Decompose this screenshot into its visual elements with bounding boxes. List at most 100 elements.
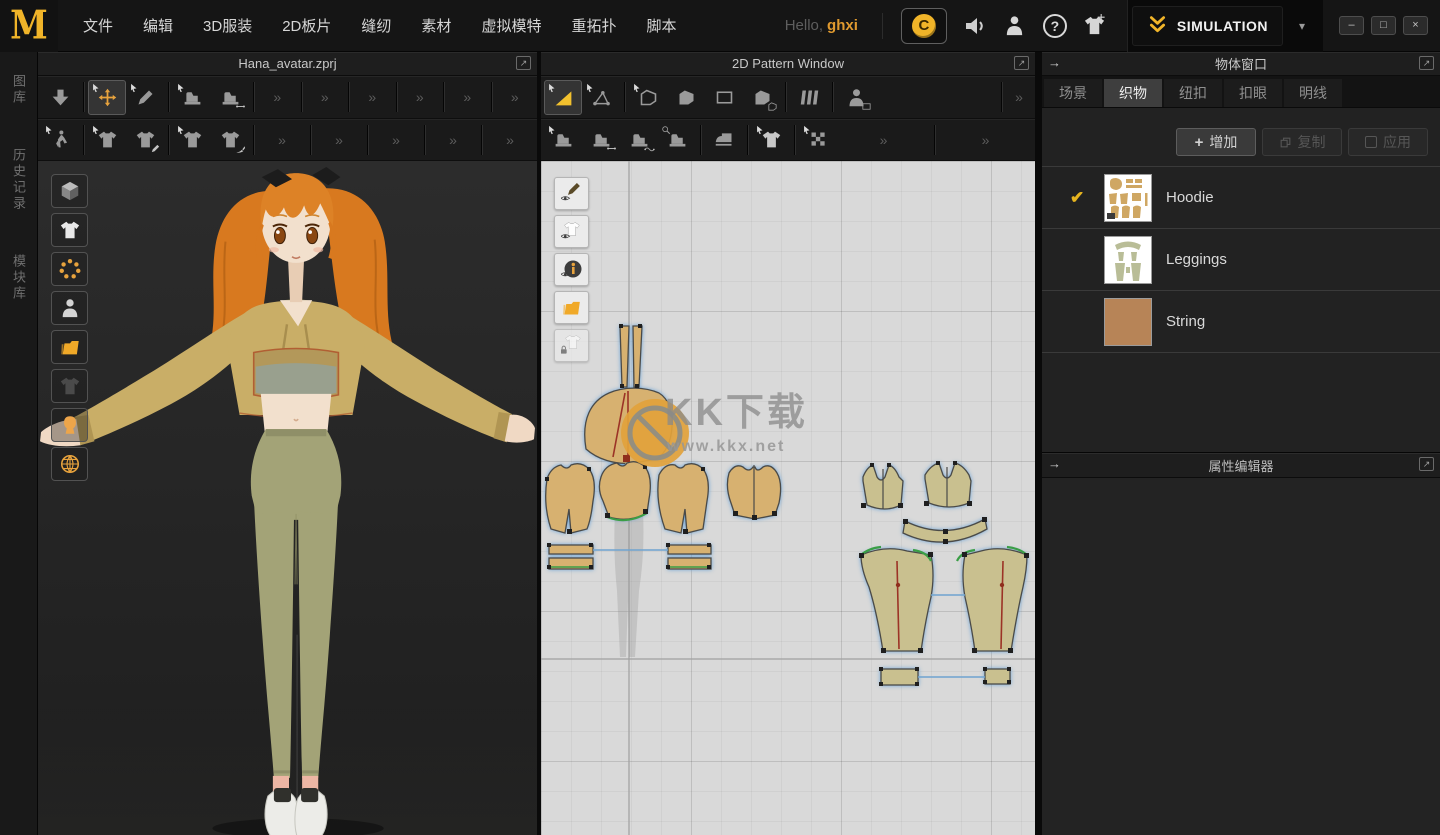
tool-pin-garment[interactable] <box>88 122 126 157</box>
sidebar-tab-library[interactable]: 图库 <box>9 70 28 110</box>
toolbar-overflow[interactable]: » <box>1006 80 1032 115</box>
sidebar-tab-history[interactable]: 历史记录 <box>9 144 28 216</box>
tool-drop-arrow[interactable] <box>41 80 79 115</box>
menu-3d-garment[interactable]: 3D服装 <box>192 9 263 42</box>
tool-avatar-walk[interactable] <box>41 122 79 157</box>
fabric-row-leggings[interactable]: Leggings <box>1042 229 1440 291</box>
toggle-show-avatar[interactable] <box>51 291 88 325</box>
toolbar-overflow[interactable]: » <box>454 80 480 115</box>
fabric-row-string[interactable]: String <box>1042 291 1440 353</box>
tool-rectangle[interactable] <box>705 80 743 115</box>
sound-button[interactable] <box>955 8 995 44</box>
tool-select-brush[interactable] <box>126 80 164 115</box>
tool-check-sewing[interactable] <box>658 122 696 157</box>
menu-edit[interactable]: 编辑 <box>132 9 184 42</box>
apply-fabric-button[interactable]: 应用 <box>1348 128 1428 156</box>
menu-sewing[interactable]: 缝纫 <box>350 9 402 42</box>
pattern-piece-top-back[interactable] <box>925 463 971 507</box>
toggle-show-fabric[interactable] <box>51 330 88 364</box>
tool-free-sewing[interactable] <box>620 122 658 157</box>
collapse-panel-arrow-icon[interactable]: → <box>1048 456 1061 471</box>
add-garment-button[interactable] <box>1075 8 1115 44</box>
menu-script[interactable]: 脚本 <box>635 9 687 42</box>
pattern-piece-bodice[interactable] <box>599 462 650 520</box>
fabric-row-hoodie[interactable]: ✔ Hoodie <box>1042 167 1440 229</box>
toggle-show-info[interactable] <box>554 253 589 286</box>
toggle-show-garment[interactable] <box>51 213 88 247</box>
tool-polygon[interactable] <box>667 80 705 115</box>
tool-iron[interactable] <box>705 122 743 157</box>
credits-button[interactable]: C <box>901 8 947 44</box>
copy-fabric-button[interactable]: 复制 <box>1262 128 1342 156</box>
tool-tape-garment[interactable] <box>173 122 211 157</box>
tool-edit-curvature[interactable] <box>629 80 667 115</box>
toolbar-overflow[interactable]: » <box>497 122 523 157</box>
popout-icon[interactable]: ↗ <box>1419 56 1434 70</box>
toggle-show-wireframe[interactable] <box>51 447 88 481</box>
tool-cut-garment[interactable] <box>211 122 249 157</box>
tool-edit-sewing-3d[interactable] <box>173 80 211 115</box>
toolbar-overflow[interactable]: » <box>502 80 528 115</box>
pattern-piece-ankle-cuff[interactable] <box>985 669 1010 684</box>
toggle-show-stroke[interactable] <box>554 177 589 210</box>
tab-fabric[interactable]: 织物 <box>1104 79 1162 107</box>
toggle-show-head[interactable] <box>51 408 88 442</box>
tool-edit-pattern[interactable] <box>582 80 620 115</box>
toolbar-overflow[interactable]: » <box>312 80 338 115</box>
toolbar-overflow[interactable]: » <box>440 122 466 157</box>
tool-edit-texture[interactable] <box>799 122 837 157</box>
pattern-piece-cuff[interactable] <box>549 545 593 554</box>
pattern-piece-bodice[interactable] <box>658 464 708 533</box>
toolbar-overflow[interactable]: » <box>383 122 409 157</box>
add-fabric-button[interactable]: + 增加 <box>1176 128 1256 156</box>
maximize-button[interactable]: □ <box>1371 16 1396 35</box>
tool-pen-garment[interactable] <box>126 122 164 157</box>
popout-icon[interactable]: ↗ <box>1419 457 1434 471</box>
tab-button[interactable]: 纽扣 <box>1164 79 1222 107</box>
toggle-lock-pattern[interactable] <box>554 329 589 362</box>
pattern-piece-drawstring[interactable] <box>620 326 629 387</box>
minimize-button[interactable]: – <box>1339 16 1364 35</box>
close-button[interactable]: × <box>1403 16 1428 35</box>
tool-transform-pattern[interactable] <box>544 80 582 115</box>
tab-buttonhole[interactable]: 扣眼 <box>1224 79 1282 107</box>
popout-icon[interactable]: ↗ <box>516 56 531 70</box>
sidebar-tab-modules[interactable]: 模块库 <box>9 250 28 306</box>
tool-segment-sewing-3d[interactable] <box>211 80 249 115</box>
toggle-show-fabric-2d[interactable] <box>554 291 589 324</box>
tab-topstitch[interactable]: 明线 <box>1284 79 1342 107</box>
toolbar-overflow[interactable]: » <box>871 122 897 157</box>
toolbar-overflow[interactable]: » <box>973 122 999 157</box>
tool-pleats[interactable] <box>790 80 828 115</box>
pattern-piece-bodice[interactable] <box>546 464 595 533</box>
menu-retopology[interactable]: 重拓扑 <box>560 9 627 42</box>
tool-segment-sewing[interactable] <box>582 122 620 157</box>
help-button[interactable]: ? <box>1035 8 1075 44</box>
tool-garment[interactable] <box>752 122 790 157</box>
tool-internal-shape[interactable] <box>743 80 781 115</box>
viewport-3d[interactable] <box>38 161 537 835</box>
tool-select-move[interactable] <box>88 80 126 115</box>
tool-edit-sewing-2d[interactable] <box>544 122 582 157</box>
simulation-dropdown[interactable]: ▾ <box>1293 15 1311 37</box>
toggle-show-pattern[interactable] <box>554 215 589 248</box>
pattern-piece-leg-right[interactable] <box>963 549 1027 651</box>
popout-icon[interactable]: ↗ <box>1014 56 1029 70</box>
simulation-button[interactable]: SIMULATION <box>1132 6 1283 46</box>
toolbar-overflow[interactable]: » <box>407 80 433 115</box>
toggle-show-3d-garment[interactable] <box>51 174 88 208</box>
toolbar-overflow[interactable]: » <box>269 122 295 157</box>
pattern-piece-ankle-cuff[interactable] <box>881 669 918 685</box>
tool-pattern-on-avatar[interactable] <box>837 80 875 115</box>
account-button[interactable] <box>995 8 1035 44</box>
menu-file[interactable]: 文件 <box>72 9 124 42</box>
toggle-show-fitting[interactable] <box>51 369 88 403</box>
menu-avatar[interactable]: 虚拟模特 <box>470 9 552 42</box>
panel-splitter[interactable] <box>1035 52 1042 835</box>
pattern-canvas-2d[interactable]: KK下载 www.kkx.net <box>541 161 1035 835</box>
toggle-show-particles[interactable] <box>51 252 88 286</box>
collapse-panel-arrow-icon[interactable]: → <box>1048 55 1061 70</box>
menu-material[interactable]: 素材 <box>410 9 462 42</box>
pattern-piece-cuff[interactable] <box>668 545 711 554</box>
pattern-piece-drawstring[interactable] <box>633 326 642 387</box>
